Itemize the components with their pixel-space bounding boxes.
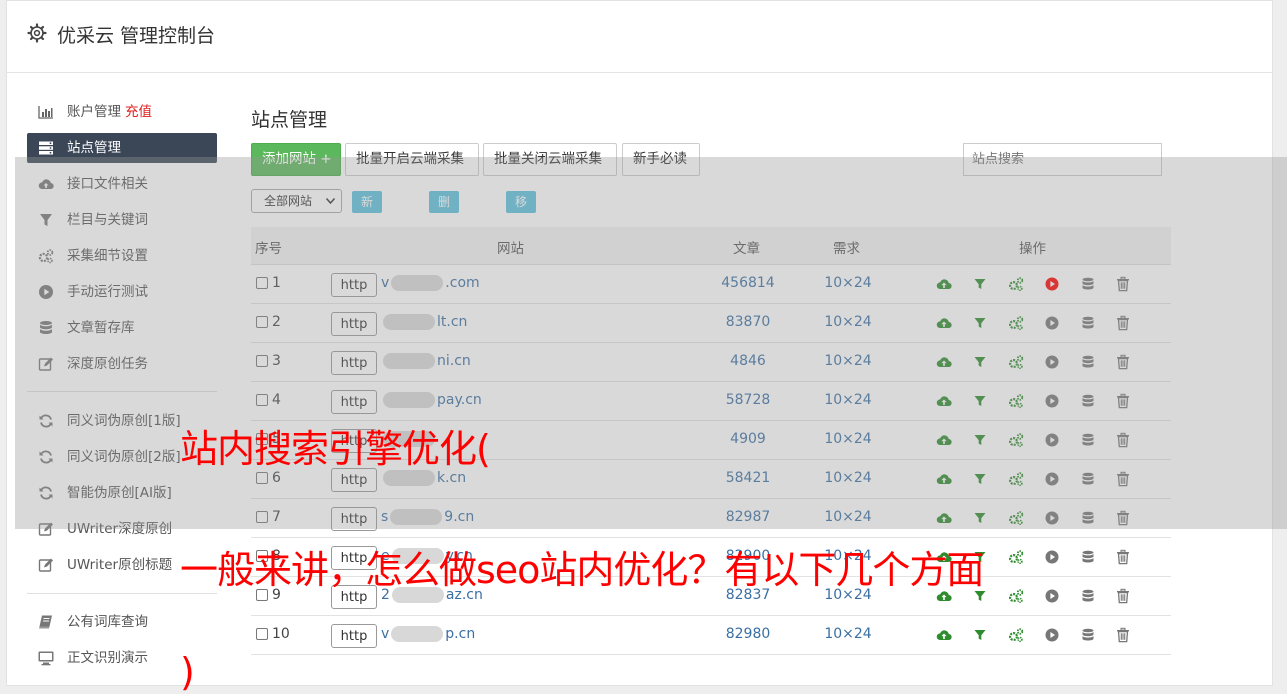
table-row: 10 http v p.cn 82980 10×24 [251,616,1171,655]
filter-icon[interactable] [972,627,988,643]
top-bar: 优采云 管理控制台 [7,1,1272,73]
page-title: 站点管理 [251,109,328,131]
row-index: 10 [272,626,290,642]
database-icon[interactable] [1080,627,1096,643]
overlay-caption-line1: 站内搜索引擎优化( [180,427,491,471]
site-link[interactable]: v p.cn [381,626,475,642]
play-circle-icon[interactable] [1044,588,1060,604]
demand-value[interactable]: 10×24 [813,626,883,642]
gear-icon [27,23,47,43]
sidebar-item-account[interactable]: 账户管理 充值 [27,97,217,127]
site-prefix: v [381,626,390,642]
sidebar-item-label: 账户管理 [67,104,121,120]
sidebar-item-label: 公有词库查询 [67,614,148,630]
trash-icon[interactable] [1115,627,1131,643]
edit-icon [38,558,53,572]
play-circle-icon[interactable] [1044,627,1060,643]
recharge-link[interactable]: 充值 [125,104,152,120]
trash-icon[interactable] [1115,588,1131,604]
app-title: 优采云 管理控制台 [57,25,216,47]
sidebar-item-label: UWriter原创标题 [67,557,173,573]
monitor-icon [38,651,54,666]
gears-icon[interactable] [1008,549,1024,565]
protocol-badge[interactable]: http [331,624,377,648]
site-suffix: p.cn [445,626,476,642]
database-icon[interactable] [1080,588,1096,604]
sidebar-item-label: 站点管理 [67,140,121,156]
gray-overlay [15,157,1287,529]
row-checkbox[interactable] [256,628,268,640]
cloud-upload-icon[interactable] [936,627,952,643]
book-icon [39,615,52,629]
sidebar-item-public-lexicon[interactable]: 公有词库查询 [27,607,217,637]
article-count[interactable]: 82980 [713,626,783,642]
gears-icon[interactable] [1008,588,1024,604]
overlay-caption-line3: ) [180,650,195,694]
sidebar-item-label: 正文识别演示 [67,650,148,666]
server-icon [39,141,53,155]
play-circle-icon[interactable] [1044,549,1060,565]
database-icon[interactable] [1080,549,1096,565]
trash-icon[interactable] [1115,549,1131,565]
overlay-caption-line2: 一般来讲，怎么做seo站内优化？有以下几个方面 [180,548,984,592]
redacted-blur [391,626,444,642]
gears-icon[interactable] [1008,627,1024,643]
bar-chart-icon [38,106,53,119]
